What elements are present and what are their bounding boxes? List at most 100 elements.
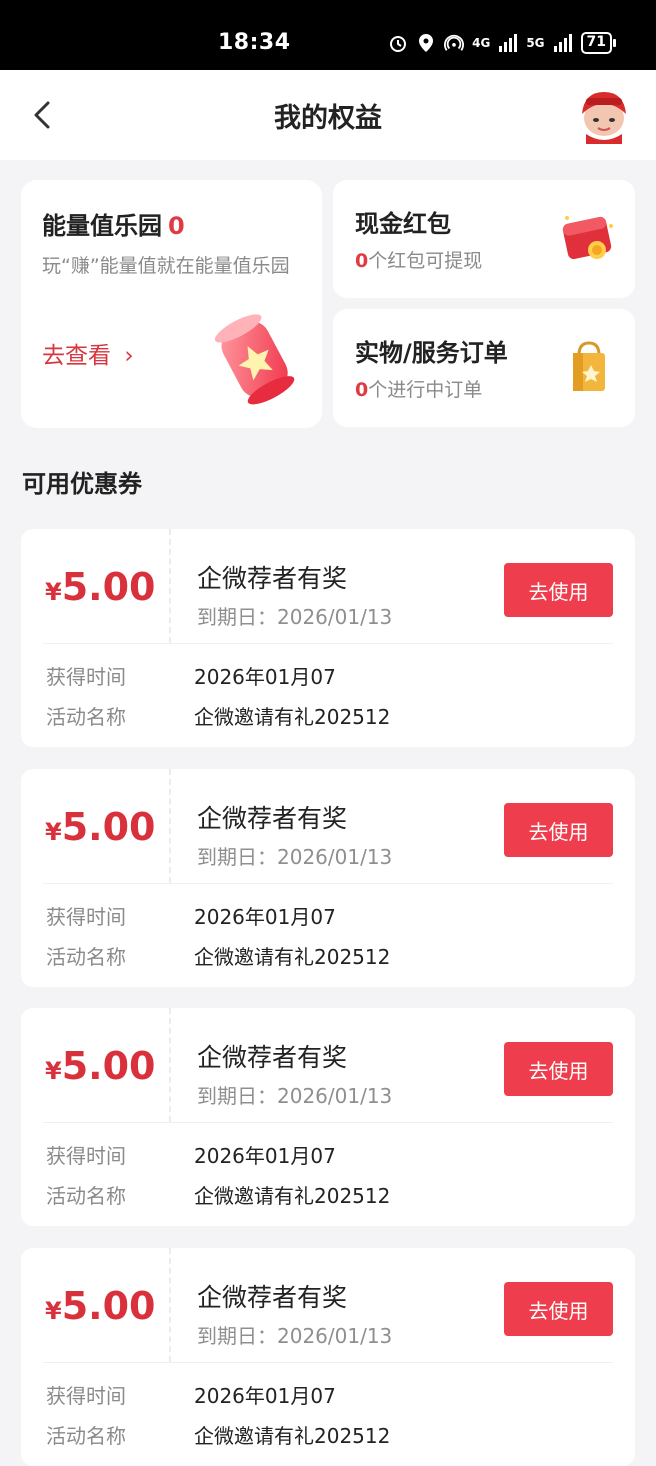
coupon-name: 企微荐者有奖 — [197, 564, 348, 593]
expiry-date: 2026/01/13 — [277, 1084, 393, 1108]
obtained-time-label: 获得时间 — [46, 1144, 126, 1168]
cash-redpacket-card[interactable]: 现金红包 0个红包可提现 — [333, 180, 635, 298]
obtained-time-row: 获得时间 2026年01月07 — [46, 661, 336, 690]
activity-name-label: 活动名称 — [46, 1424, 126, 1448]
order-count: 0 — [355, 379, 369, 401]
coupon-value: 5.00 — [61, 1284, 156, 1328]
redpacket-count: 0 — [355, 250, 369, 272]
cash-redpacket-subtitle: 0个红包可提现 — [355, 246, 482, 273]
obtained-time-value: 2026年01月07 — [194, 665, 336, 689]
coupon-value: 5.00 — [61, 805, 156, 849]
nav-bar: 我的权益 — [0, 70, 656, 160]
activity-name-label: 活动名称 — [46, 945, 126, 969]
order-title: 实物/服务订单 — [355, 339, 508, 367]
obtained-time-value: 2026年01月07 — [194, 1384, 336, 1408]
coupon-expiry: 到期日：2026/01/13 — [197, 1080, 392, 1109]
obtained-time-value: 2026年01月07 — [194, 905, 336, 929]
page-title: 我的权益 — [274, 103, 382, 134]
signal-bars-icon — [553, 33, 573, 53]
activity-name-value: 企微邀请有礼202512 — [194, 945, 391, 969]
obtained-time-label: 获得时间 — [46, 1384, 126, 1408]
activity-name-row: 活动名称 企微邀请有礼202512 — [46, 1420, 390, 1449]
coupon-amount: ¥5.00 — [45, 565, 155, 609]
obtained-time-value: 2026年01月07 — [194, 1144, 336, 1168]
use-coupon-button[interactable]: 去使用 — [504, 1042, 613, 1096]
coupon-value: 5.00 — [61, 1044, 156, 1088]
activity-name-row: 活动名称 企微邀请有礼202512 — [46, 1180, 390, 1209]
obtained-time-row: 获得时间 2026年01月07 — [46, 1140, 336, 1169]
order-suffix: 个进行中订单 — [368, 379, 483, 401]
benefits-cards: 能量值乐园 0 玩“赚”能量值就在能量值乐园 去查看 › 现金红包 0个红包可提… — [21, 180, 635, 430]
obtained-time-label: 获得时间 — [46, 665, 126, 689]
energy-count: 0 — [168, 212, 185, 240]
coupon-amount: ¥5.00 — [45, 1284, 155, 1328]
coupon-expiry: 到期日：2026/01/13 — [197, 1320, 392, 1349]
alarm-icon — [388, 33, 408, 53]
coupon-expiry: 到期日：2026/01/13 — [197, 841, 392, 870]
coupon-separator — [43, 1362, 613, 1363]
coupon-card: ¥5.00 企微荐者有奖 到期日：2026/01/13 去使用 获得时间 2026… — [21, 769, 635, 987]
view-energy-link[interactable]: 去查看 › — [42, 336, 134, 370]
location-icon — [416, 33, 436, 53]
expiry-label: 到期日： — [197, 605, 277, 629]
coupon-name: 企微荐者有奖 — [197, 804, 348, 833]
battery-icon: 71 — [580, 32, 617, 54]
activity-name-value: 企微邀请有礼202512 — [194, 1184, 391, 1208]
activity-name-row: 活动名称 企微邀请有礼202512 — [46, 701, 390, 730]
status-time: 18:34 — [218, 30, 291, 55]
mascot-avatar[interactable] — [576, 88, 632, 144]
coupon-amount: ¥5.00 — [45, 805, 155, 849]
expiry-date: 2026/01/13 — [277, 605, 393, 629]
coupon-name: 企微荐者有奖 — [197, 1283, 348, 1312]
mascot-icon — [582, 92, 626, 144]
coupon-name: 企微荐者有奖 — [197, 1043, 348, 1072]
activity-name-row: 活动名称 企微邀请有礼202512 — [46, 941, 390, 970]
status-bar: 18:34 4G 5G 71 — [0, 0, 656, 70]
expiry-date: 2026/01/13 — [277, 845, 393, 869]
activity-name-label: 活动名称 — [46, 1184, 126, 1208]
view-energy-label: 去查看 — [42, 343, 111, 369]
obtained-time-row: 获得时间 2026年01月07 — [46, 1380, 336, 1409]
coupon-amount: ¥5.00 — [45, 1044, 155, 1088]
use-coupon-button[interactable]: 去使用 — [504, 803, 613, 857]
signal-5g-icon: 5G — [526, 36, 545, 50]
coupon-divider — [169, 1248, 171, 1362]
signal-4g-icon: 4G — [472, 36, 491, 50]
expiry-label: 到期日： — [197, 1084, 277, 1108]
coupon-separator — [43, 883, 613, 884]
activity-name-value: 企微邀请有礼202512 — [194, 705, 391, 729]
energy-jar-icon — [209, 308, 301, 408]
coupon-divider — [169, 1008, 171, 1122]
coupon-expiry: 到期日：2026/01/13 — [197, 601, 392, 630]
signal-bars-icon — [498, 33, 518, 53]
coupon-card: ¥5.00 企微荐者有奖 到期日：2026/01/13 去使用 获得时间 2026… — [21, 529, 635, 747]
obtained-time-label: 获得时间 — [46, 905, 126, 929]
order-card[interactable]: 实物/服务订单 0个进行中订单 — [333, 309, 635, 427]
coupon-divider — [169, 529, 171, 643]
available-coupons-heading: 可用优惠券 — [22, 470, 142, 498]
currency-symbol: ¥ — [45, 1057, 62, 1085]
activity-name-value: 企微邀请有礼202512 — [194, 1424, 391, 1448]
red-packet-icon — [561, 208, 617, 268]
chevron-right-icon: › — [124, 343, 134, 369]
energy-park-card[interactable]: 能量值乐园 0 玩“赚”能量值就在能量值乐园 去查看 › — [21, 180, 322, 428]
currency-symbol: ¥ — [45, 578, 62, 606]
coupon-card: ¥5.00 企微荐者有奖 到期日：2026/01/13 去使用 获得时间 2026… — [21, 1248, 635, 1466]
redpacket-suffix: 个红包可提现 — [368, 250, 483, 272]
use-coupon-button[interactable]: 去使用 — [504, 563, 613, 617]
activity-name-label: 活动名称 — [46, 705, 126, 729]
expiry-label: 到期日： — [197, 845, 277, 869]
shopping-bag-icon — [561, 337, 617, 397]
obtained-time-row: 获得时间 2026年01月07 — [46, 901, 336, 930]
use-coupon-button[interactable]: 去使用 — [504, 1282, 613, 1336]
coupon-value: 5.00 — [61, 565, 156, 609]
expiry-date: 2026/01/13 — [277, 1324, 393, 1348]
energy-park-title: 能量值乐园 0 — [42, 206, 185, 241]
coupon-divider — [169, 769, 171, 883]
energy-park-description: 玩“赚”能量值就在能量值乐园 — [42, 255, 290, 277]
order-subtitle: 0个进行中订单 — [355, 375, 482, 402]
expiry-label: 到期日： — [197, 1324, 277, 1348]
coupon-card: ¥5.00 企微荐者有奖 到期日：2026/01/13 去使用 获得时间 2026… — [21, 1008, 635, 1226]
energy-park-label: 能量值乐园 — [42, 212, 162, 240]
cash-redpacket-title: 现金红包 — [355, 210, 451, 238]
